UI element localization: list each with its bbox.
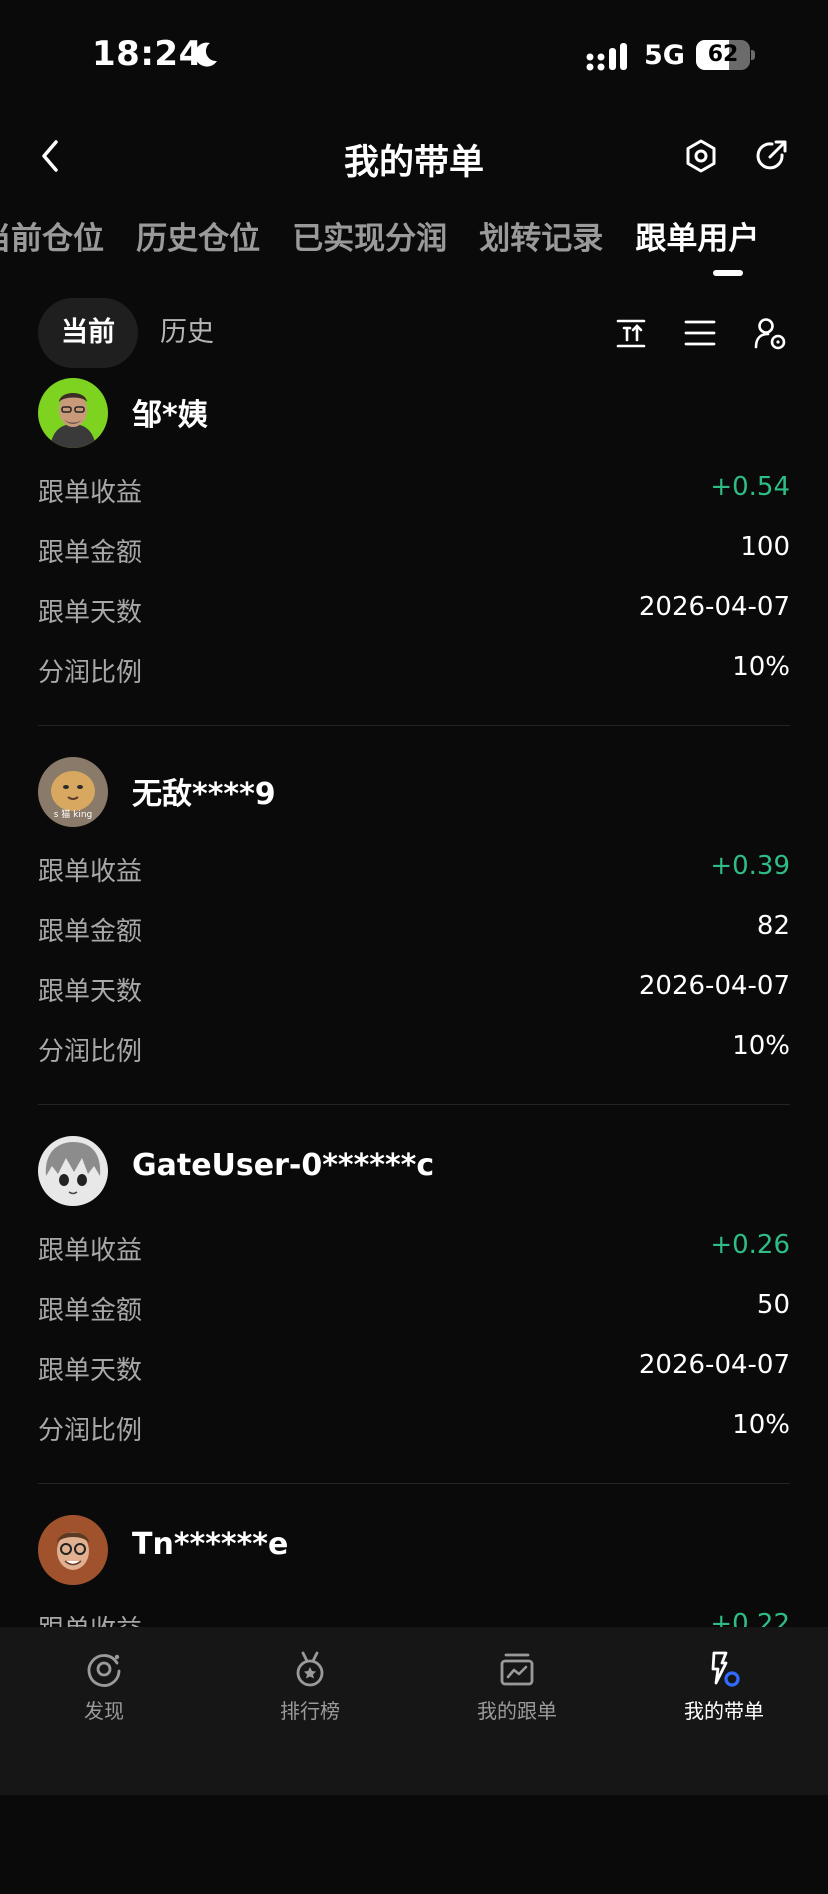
nav-my-lead-trades[interactable]: 我的带单 [654, 1649, 794, 1724]
sub-controls: 当前 历史 [0, 298, 828, 370]
username: 无敌****9 [132, 777, 276, 812]
amount-row: 跟单金额 82 [38, 911, 790, 951]
battery-tip [751, 50, 755, 60]
tab-history-positions[interactable]: 历史仓位 [136, 213, 260, 258]
share-ratio-label: 分润比例 [38, 1416, 143, 1446]
username: GateUser-0******c [132, 1148, 435, 1183]
days-label: 跟单天数 [38, 598, 143, 628]
profit-value: +0.26 [710, 1230, 790, 1260]
follower-card: s 猫 king 无敌****9 跟单收益 +0.39 跟单金额 82 跟单天数… [0, 757, 828, 1136]
ranking-icon [296, 1651, 324, 1687]
days-value: 2026-04-07 [638, 971, 790, 1001]
days-label: 跟单天数 [38, 977, 143, 1007]
profit-label: 跟单收益 [38, 1236, 143, 1266]
signal-icon [586, 43, 627, 71]
days-row: 跟单天数 2026-04-07 [38, 592, 790, 632]
network-label: 5G [644, 40, 685, 71]
profit-row: 跟单收益 +0.54 [38, 472, 790, 512]
share-ratio-label: 分润比例 [38, 1037, 143, 1067]
nav-label: 我的带单 [684, 1699, 764, 1723]
share-ratio-row: 分润比例 10% [38, 652, 790, 692]
amount-value: 100 [740, 532, 790, 562]
amount-label: 跟单金额 [38, 917, 143, 947]
days-value: 2026-04-07 [638, 592, 790, 622]
share-ratio-row: 分润比例 10% [38, 1410, 790, 1450]
amount-value: 82 [756, 911, 790, 941]
discover-icon [87, 1654, 121, 1687]
profit-value: +0.39 [710, 851, 790, 881]
days-value: 2026-04-07 [638, 1350, 790, 1380]
profit-row: 跟单收益 +0.39 [38, 851, 790, 891]
profit-label: 跟单收益 [38, 857, 143, 887]
divider [38, 1104, 790, 1105]
segment-history[interactable]: 历史 [160, 298, 214, 368]
active-tab-indicator [713, 270, 743, 276]
list-menu-icon[interactable] [683, 316, 717, 350]
user-avatar[interactable] [38, 1136, 108, 1206]
profit-row: 跟单收益 +0.26 [38, 1230, 790, 1270]
share-ratio-label: 分润比例 [38, 658, 143, 688]
follower-card: GateUser-0******c 跟单收益 +0.26 跟单金额 50 跟单天… [0, 1136, 828, 1515]
amount-row: 跟单金额 100 [38, 532, 790, 572]
avatar-caption: s 猫 king [54, 808, 93, 820]
username: Tn******e [132, 1527, 289, 1562]
user-avatar[interactable] [38, 1515, 108, 1585]
follower-card: 邹*姨 跟单收益 +0.54 跟单金额 100 跟单天数 2026-04-07 … [0, 378, 828, 757]
bottom-nav: 发现 排行榜 我的跟单 我的带单 [0, 1627, 828, 1795]
tab-realized-profit-share[interactable]: 已实现分润 [292, 213, 447, 258]
days-row: 跟单天数 2026-04-07 [38, 1350, 790, 1390]
share-ratio-row: 分润比例 10% [38, 1031, 790, 1071]
share-ratio-value: 10% [732, 652, 790, 682]
segment-current[interactable]: 当前 [38, 298, 138, 368]
divider [38, 725, 790, 726]
battery-percentage: 62 [707, 42, 739, 67]
amount-value: 50 [756, 1290, 790, 1320]
nav-my-copy-trades[interactable]: 我的跟单 [447, 1649, 587, 1724]
username: 邹*姨 [132, 398, 208, 433]
nav-label: 排行榜 [280, 1699, 340, 1723]
divider [38, 1483, 790, 1484]
battery-indicator: 62 [696, 40, 750, 70]
user-settings-icon[interactable] [753, 316, 787, 350]
user-avatar[interactable] [38, 378, 108, 448]
tab-current-positions[interactable]: 当前仓位 [0, 213, 104, 258]
nav-discover[interactable]: 发现 [34, 1649, 174, 1724]
user-avatar[interactable]: s 猫 king [38, 757, 108, 827]
my-lead-trades-icon [711, 1651, 740, 1687]
share-icon[interactable] [752, 137, 790, 175]
page-header: 我的带单 [0, 120, 828, 192]
share-ratio-value: 10% [732, 1410, 790, 1440]
moon-icon [194, 42, 217, 67]
tab-bar: 当前仓位 历史仓位 已实现分润 划转记录 跟单用户 [0, 205, 828, 285]
days-row: 跟单天数 2026-04-07 [38, 971, 790, 1011]
status-time: 18:24 [92, 34, 203, 74]
settings-icon[interactable] [682, 137, 720, 175]
days-label: 跟单天数 [38, 1356, 143, 1386]
my-copy-trades-icon [500, 1653, 534, 1686]
amount-row: 跟单金额 50 [38, 1290, 790, 1330]
tab-transfer-records[interactable]: 划转记录 [479, 213, 603, 258]
amount-label: 跟单金额 [38, 538, 143, 568]
collapse-top-icon[interactable] [614, 316, 648, 350]
status-bar: 18:24 5G 62 [0, 0, 828, 110]
tab-followers[interactable]: 跟单用户 [635, 213, 759, 258]
profit-value: +0.54 [710, 472, 790, 502]
share-ratio-value: 10% [732, 1031, 790, 1061]
nav-ranking[interactable]: 排行榜 [240, 1649, 380, 1724]
nav-label: 我的跟单 [477, 1699, 557, 1723]
amount-label: 跟单金额 [38, 1296, 143, 1326]
nav-label: 发现 [84, 1699, 124, 1723]
profit-label: 跟单收益 [38, 478, 143, 508]
